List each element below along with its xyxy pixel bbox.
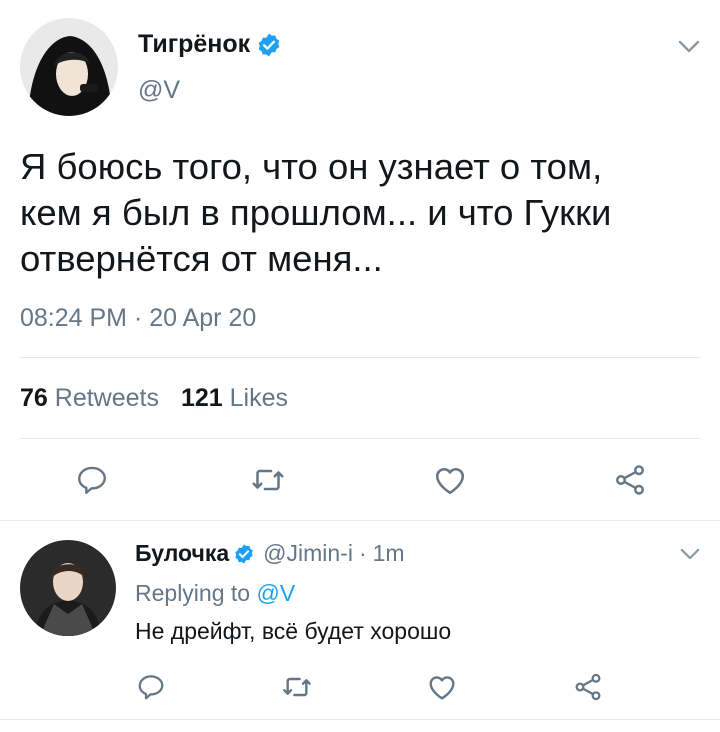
tweet-text-line: Я боюсь того, что он узнает о том, (20, 146, 603, 187)
retweets-label: Retweets (54, 384, 159, 412)
dot-separator: · (358, 540, 367, 566)
tweet-text-line: кем я был в прошлом... и что Гукки (20, 192, 612, 233)
share-icon[interactable] (610, 460, 650, 500)
author-handle[interactable]: @V (138, 76, 180, 105)
reply-icon[interactable] (72, 460, 112, 500)
replying-prefix: Replying to (135, 580, 251, 606)
tweet-timestamp[interactable]: 08:24 PM · 20 Apr 20 (20, 304, 256, 333)
retweet-icon[interactable] (248, 460, 288, 500)
chevron-down-icon[interactable] (678, 40, 700, 54)
reply-time[interactable]: 1m (373, 540, 405, 567)
replying-to: Replying to @V (135, 580, 295, 607)
reply-display-name[interactable]: Булочка (135, 540, 229, 567)
divider (20, 438, 700, 439)
thread-separator (0, 520, 720, 521)
reply-header: Булочка @Jimin-i · 1m (135, 540, 405, 567)
likes-count: 121 (180, 384, 223, 412)
reply-handle[interactable]: @Jimin-i (263, 540, 353, 567)
retweets-stat[interactable]: 76 Retweets (20, 384, 159, 413)
reply-icon[interactable] (134, 670, 168, 704)
retweets-count: 76 (20, 384, 48, 412)
verified-badge-icon (256, 32, 282, 58)
tweet-text-line: отвернётся от меня... (20, 238, 383, 279)
author-row: Тигрёнок (138, 30, 282, 59)
chevron-down-icon[interactable] (680, 548, 702, 562)
likes-stat[interactable]: 121 Likes (181, 384, 288, 413)
divider (20, 357, 700, 358)
likes-label: Likes (229, 384, 289, 412)
main-tweet: Тигрёнок @V Я боюсь того, что он узнает … (0, 0, 720, 520)
retweet-icon[interactable] (280, 670, 314, 704)
display-name[interactable]: Тигрёнок (138, 30, 250, 59)
like-icon[interactable] (425, 670, 459, 704)
like-icon[interactable] (430, 460, 470, 500)
share-icon[interactable] (571, 670, 605, 704)
verified-badge-icon (233, 543, 255, 565)
reply-text: Не дрейфт, всё будет хорошо (135, 618, 452, 644)
reply-avatar[interactable] (20, 540, 116, 636)
tweet-stats: 76 Retweets 121 Likes (20, 384, 288, 413)
replying-mention[interactable]: @V (256, 580, 295, 606)
avatar[interactable] (20, 18, 118, 116)
divider (0, 719, 720, 720)
tweet-text: Я боюсь того, что он узнает о том, кем я… (20, 144, 700, 282)
